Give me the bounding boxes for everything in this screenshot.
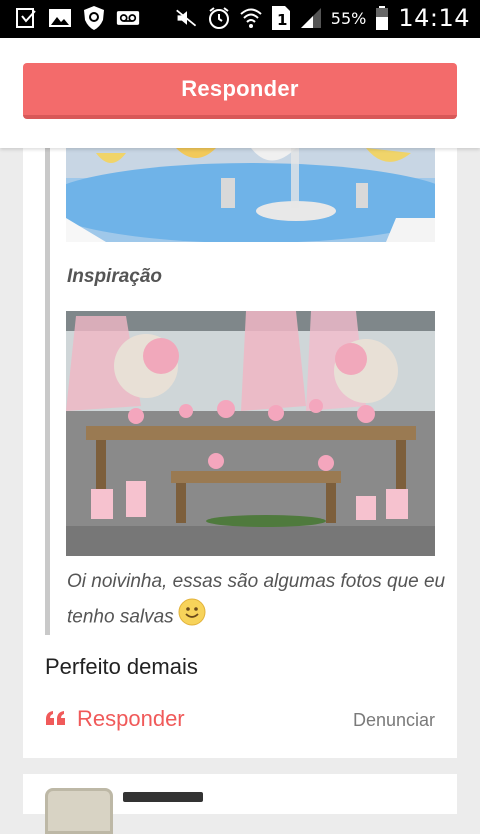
signal-icon [299,6,323,30]
post-card: Inspiração Oi noivinha, essas são alguma… [23,148,457,758]
download-notification-icon [14,6,38,30]
wifi-icon [239,6,263,30]
sim-card-icon: 1 [271,6,291,30]
reply-link[interactable]: Responder [45,706,185,732]
report-link[interactable]: Denunciar [353,710,435,731]
top-action-bar: Responder [0,38,480,148]
quote-text: Oi noivinha, essas são algumas fotos que… [67,566,447,637]
alarm-icon [207,6,231,30]
battery-percent: 55% [330,8,367,28]
quote-icon [45,706,67,732]
reply-label: Responder [77,706,185,731]
smiley-emoji-icon [178,598,206,637]
author-name-placeholder [123,792,203,802]
mute-icon [175,6,199,30]
comment-text: Perfeito demais [45,654,198,679]
avatar[interactable] [45,788,113,834]
next-post-card [23,774,457,834]
quote-border [45,148,50,635]
pink-wedding-table-photo[interactable] [66,311,435,556]
inspiration-label: Inspiração [67,266,163,287]
gallery-icon [48,6,72,30]
quote-message: Oi noivinha, essas são algumas fotos que… [67,571,446,628]
shield-icon [82,6,106,30]
voicemail-icon [116,6,140,30]
respond-button[interactable]: Responder [23,63,457,119]
clock: 14:14 [398,4,470,32]
battery-icon [374,6,390,30]
table-decoration-photo[interactable] [66,148,435,242]
status-bar: 1 55% 14:14 [0,0,480,38]
sim-label: 1 [277,11,287,29]
